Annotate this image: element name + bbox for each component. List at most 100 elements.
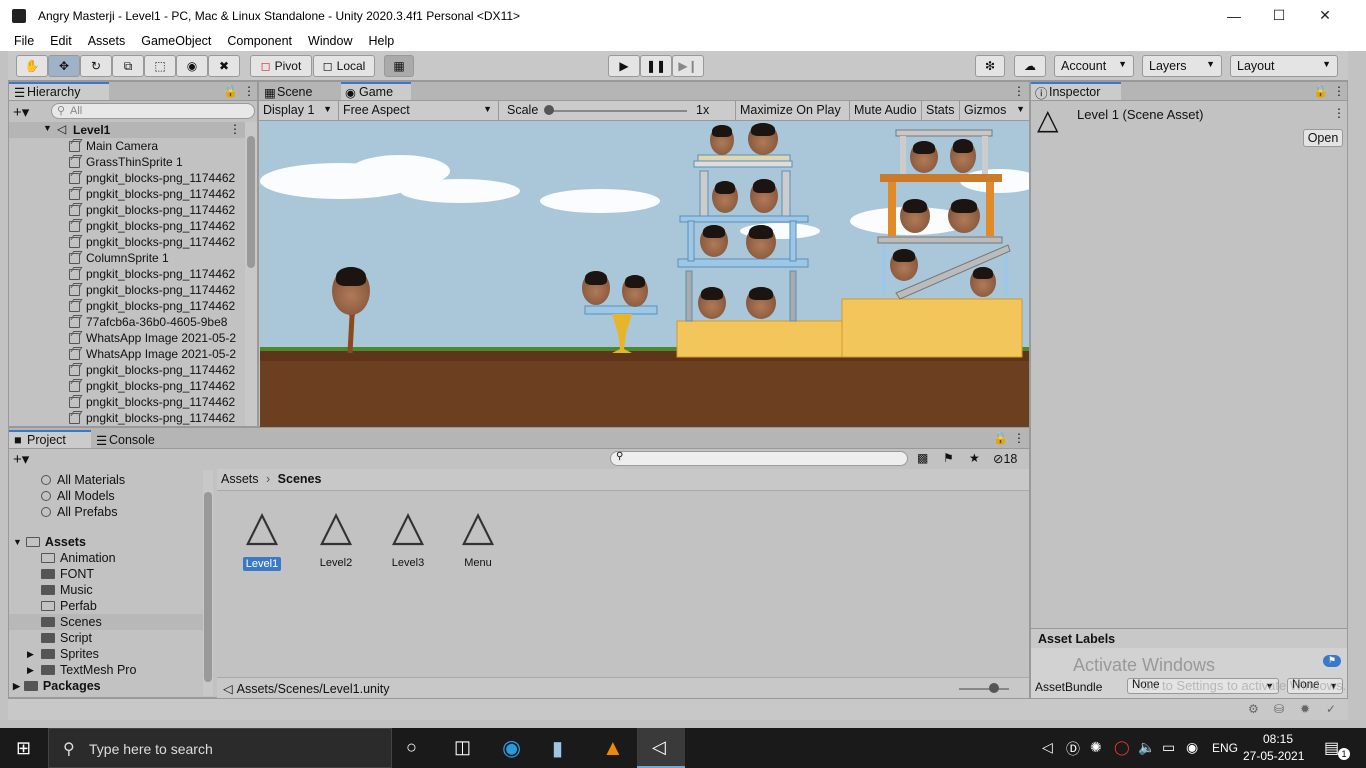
opera-tray-icon[interactable]: ◯: [1114, 739, 1130, 756]
clock-date[interactable]: 27-05-2021: [1243, 749, 1304, 763]
task-view-icon[interactable]: ◫: [454, 737, 471, 758]
folder-item-sprites[interactable]: ▶ Sprites: [27, 646, 99, 662]
kebab-menu-icon[interactable]: ⋮: [1013, 84, 1025, 98]
custom-tool-icon[interactable]: ✖: [208, 55, 240, 77]
tab-hierarchy[interactable]: ☰ Hierarchy: [9, 82, 109, 100]
favorite-all-models[interactable]: All Models: [41, 488, 115, 504]
menu-edit[interactable]: Edit: [50, 34, 72, 48]
hierarchy-scrollbar[interactable]: [245, 122, 257, 426]
menu-file[interactable]: File: [14, 34, 34, 48]
hierarchy-item[interactable]: WhatsApp Image 2021-05-2: [69, 346, 236, 362]
kebab-menu-icon[interactable]: ⋮: [1333, 84, 1345, 98]
hierarchy-item[interactable]: pngkit_blocks-png_1174462: [69, 170, 235, 186]
gizmos-dropdown[interactable]: Gizmos ▼: [959, 101, 1029, 120]
scale-slider[interactable]: [547, 110, 687, 112]
stats-toggle[interactable]: Stats: [921, 101, 959, 120]
add-icon[interactable]: +▾: [13, 103, 29, 121]
packages-root[interactable]: ▶ Packages: [13, 678, 101, 694]
skype-tray-icon[interactable]: Ⓓ: [1066, 739, 1080, 759]
menu-gameobject[interactable]: GameObject: [141, 34, 211, 48]
tab-game[interactable]: ◉ Game: [341, 82, 411, 100]
asset-level2[interactable]: △ Level2: [301, 501, 371, 569]
game-viewport[interactable]: [260, 121, 1029, 427]
globe-icon[interactable]: ◉: [1186, 739, 1198, 756]
breadcrumb-assets[interactable]: Assets: [221, 472, 259, 486]
folder-item-animation[interactable]: Animation: [41, 550, 116, 566]
hierarchy-item[interactable]: pngkit_blocks-png_1174462: [69, 234, 235, 250]
collab-icon[interactable]: ❇: [975, 55, 1005, 77]
project-tree-scrollbar[interactable]: [203, 470, 213, 696]
hierarchy-item[interactable]: Main Camera: [69, 138, 158, 154]
rotate-tool-icon[interactable]: ↻: [80, 55, 112, 77]
edge-icon[interactable]: ◉: [502, 735, 521, 761]
transform-tool-icon[interactable]: ◉: [176, 55, 208, 77]
kebab-menu-icon[interactable]: ⋮: [229, 122, 241, 136]
project-search-input[interactable]: ⚲: [610, 451, 908, 466]
scale-slider-knob[interactable]: [544, 105, 554, 115]
favorite-all-prefabs[interactable]: All Prefabs: [41, 504, 117, 520]
asset-level1[interactable]: △ Level1: [227, 501, 297, 571]
hidden-packages-toggle[interactable]: ⊘18: [993, 451, 1017, 466]
local-toggle[interactable]: ◻ Local: [313, 55, 375, 77]
maximize-on-play-toggle[interactable]: Maximize On Play: [735, 101, 849, 120]
breadcrumb-scenes[interactable]: Scenes: [278, 472, 322, 486]
aspect-dropdown[interactable]: Free Aspect ▼: [339, 101, 499, 120]
hierarchy-item[interactable]: pngkit_blocks-png_1174462: [69, 394, 235, 410]
hierarchy-item[interactable]: pngkit_blocks-png_1174462: [69, 186, 235, 202]
hierarchy-item[interactable]: pngkit_blocks-png_1174462: [69, 378, 235, 394]
open-button[interactable]: Open: [1303, 129, 1343, 147]
hierarchy-item[interactable]: WhatsApp Image 2021-05-2: [69, 330, 236, 346]
kebab-menu-icon[interactable]: ⋮: [1333, 106, 1345, 120]
hierarchy-search-input[interactable]: ⚲ All: [51, 103, 255, 119]
taskbar-search-box[interactable]: ⚲ Type here to search: [48, 728, 392, 768]
hierarchy-item[interactable]: pngkit_blocks-png_1174462: [69, 298, 235, 314]
hierarchy-item[interactable]: pngkit_blocks-png_1174462: [69, 362, 235, 378]
icon-size-knob[interactable]: [989, 683, 999, 693]
vlc-icon[interactable]: ▲: [602, 735, 624, 761]
windows-start-icon[interactable]: ⊞: [16, 738, 31, 759]
unity-taskbar-item[interactable]: ◁: [637, 728, 685, 768]
hierarchy-item[interactable]: pngkit_blocks-png_1174462: [69, 218, 235, 234]
layers-dropdown[interactable]: Layers ▼: [1142, 55, 1222, 77]
layout-dropdown[interactable]: Layout ▼: [1230, 55, 1338, 77]
filter-label-icon[interactable]: ⚑: [943, 451, 954, 465]
folder-item-music[interactable]: Music: [41, 582, 93, 598]
add-icon[interactable]: +▾: [13, 450, 29, 468]
asset-menu[interactable]: △ Menu: [443, 501, 513, 569]
hierarchy-item[interactable]: ColumnSprite 1: [69, 250, 169, 266]
hierarchy-item[interactable]: pngkit_blocks-png_1174462: [69, 202, 235, 218]
grid-snap-icon[interactable]: ▦: [384, 55, 414, 77]
menu-window[interactable]: Window: [308, 34, 352, 48]
notification-icon[interactable]: ▤: [1324, 738, 1339, 758]
folder-item-script[interactable]: Script: [41, 630, 92, 646]
menu-component[interactable]: Component: [227, 34, 292, 48]
icon-size-slider[interactable]: [959, 688, 1009, 690]
hierarchy-item[interactable]: 77afcb6a-36b0-4605-9be8: [69, 314, 227, 330]
mute-audio-toggle[interactable]: Mute Audio: [849, 101, 921, 120]
clock-time[interactable]: 08:15: [1263, 732, 1293, 746]
tab-console[interactable]: ☰ Console: [91, 431, 171, 449]
label-tag-icon[interactable]: ⚑: [1323, 655, 1341, 667]
assets-root[interactable]: ▼ Assets: [13, 534, 86, 550]
hierarchy-item[interactable]: pngkit_blocks-png_1174462: [69, 410, 235, 426]
hierarchy-item[interactable]: pngkit_blocks-png_1174462: [69, 266, 235, 282]
tab-project[interactable]: ■ Project: [9, 430, 91, 448]
close-button[interactable]: ✕: [1302, 0, 1348, 31]
scrollbar-thumb[interactable]: [247, 136, 255, 268]
scrollbar-thumb[interactable]: [204, 492, 212, 682]
pivot-toggle[interactable]: ◻ Pivot: [250, 55, 312, 77]
cortana-icon[interactable]: ○: [406, 737, 417, 758]
display-dropdown[interactable]: Display 1 ▼: [259, 101, 339, 120]
folder-item-scenes[interactable]: Scenes: [9, 614, 203, 630]
menu-assets[interactable]: Assets: [88, 34, 126, 48]
folder-item-textmesh-pro[interactable]: ▶ TextMesh Pro: [27, 662, 136, 678]
hand-tool-icon[interactable]: ✋: [16, 55, 48, 77]
chevron-right-icon[interactable]: ▶: [27, 665, 34, 676]
minimize-button[interactable]: —: [1211, 0, 1257, 31]
pause-button[interactable]: ❚❚: [640, 55, 672, 77]
language-indicator[interactable]: ENG: [1212, 741, 1238, 755]
folder-item-font[interactable]: FONT: [41, 566, 94, 582]
move-tool-icon[interactable]: ✥: [48, 55, 80, 77]
scene-row[interactable]: ▼ ◁ Level1 ⋮: [9, 122, 245, 138]
scale-tool-icon[interactable]: ⧉: [112, 55, 144, 77]
